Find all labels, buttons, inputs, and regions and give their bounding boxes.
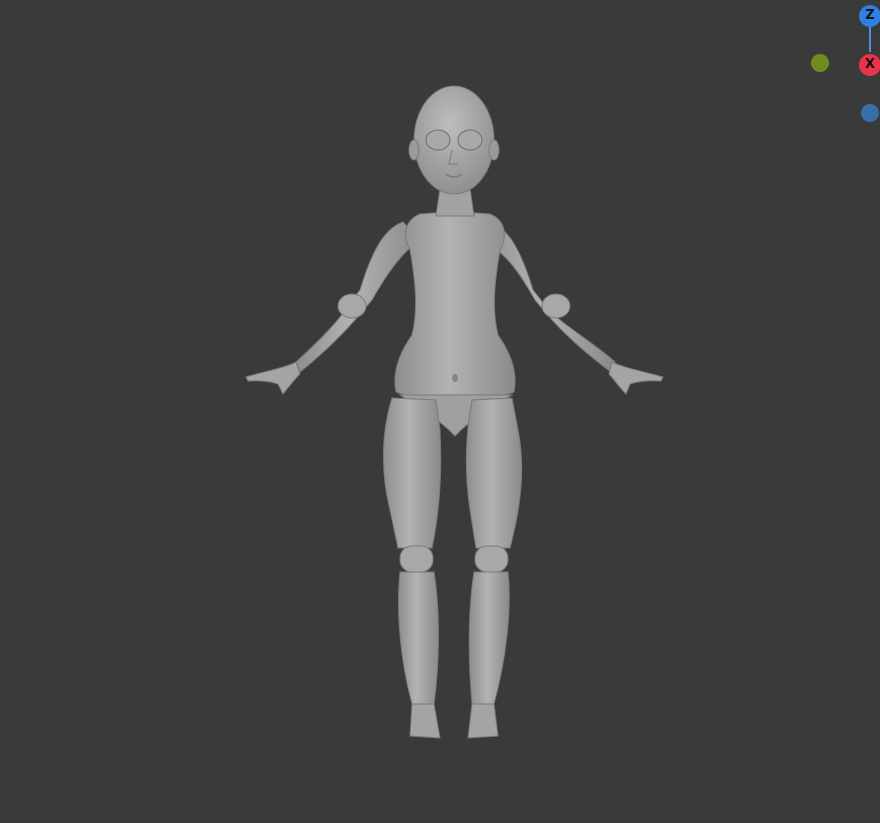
head: [408, 85, 500, 195]
y-axis-handle[interactable]: [811, 54, 829, 72]
neg-z-axis-handle[interactable]: [861, 104, 879, 122]
left-arm: [245, 221, 421, 395]
axis-gizmo[interactable]: Z X: [800, 0, 880, 130]
3d-viewport[interactable]: Z X: [0, 0, 880, 823]
right-leg: [465, 397, 523, 739]
left-leg: [382, 397, 442, 739]
z-axis-handle[interactable]: Z: [859, 5, 880, 27]
z-axis-line: [869, 26, 871, 52]
doll-3d-model[interactable]: [0, 0, 880, 823]
x-axis-handle[interactable]: X: [859, 54, 880, 76]
